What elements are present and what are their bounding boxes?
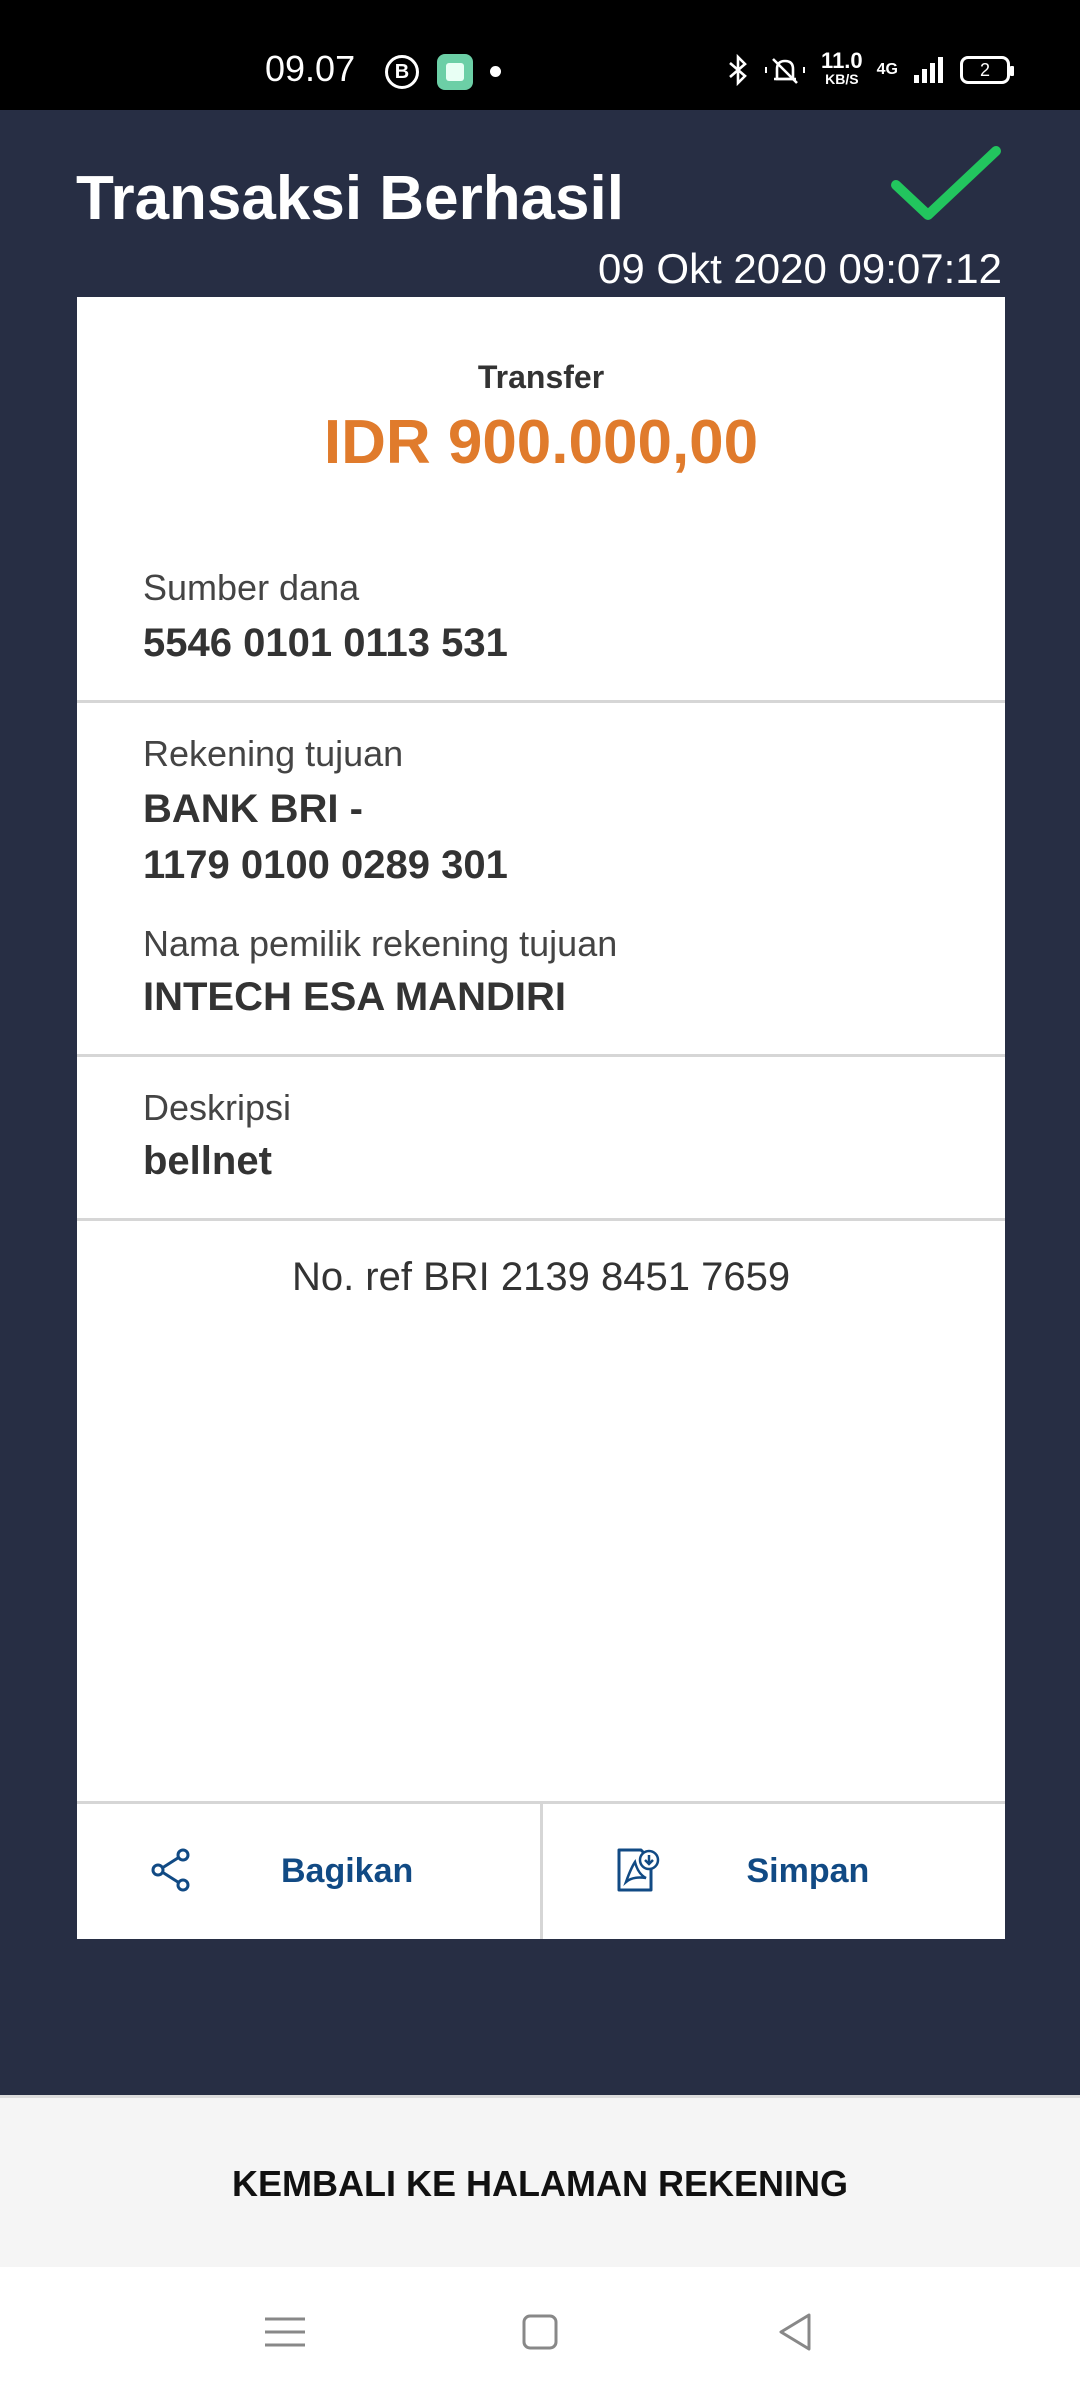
network-type: 4G	[876, 61, 898, 78]
system-nav-bar	[0, 2267, 1080, 2400]
footer-bar: KEMBALI KE HALAMAN REKENING	[0, 2095, 1080, 2267]
status-time: 09.07	[265, 48, 356, 89]
owner-value: INTECH ESA MANDIRI	[143, 975, 566, 1019]
transaction-timestamp: 09 Okt 2020 09:07:12	[598, 245, 1002, 292]
destination-account: 1179 0100 0289 301	[143, 843, 508, 887]
battery-icon: 2	[960, 56, 1014, 84]
source-label: Sumber dana	[143, 567, 360, 608]
app-notification-icon	[437, 54, 473, 90]
status-right-group: 11.0 KB/S 4G 2	[727, 48, 1014, 92]
bluetooth-icon	[729, 54, 747, 86]
status-bar: 09.07 B 11.0 KB/S 4G 2	[0, 0, 1080, 110]
share-label: Bagikan	[281, 1852, 414, 1890]
share-button[interactable]: Bagikan	[77, 1804, 540, 1939]
success-check-icon	[891, 146, 1001, 220]
transaction-amount: IDR 900.000,00	[323, 408, 759, 477]
share-icon	[151, 1848, 190, 1892]
save-button[interactable]: Simpan	[539, 1804, 1006, 1939]
home-icon[interactable]	[510, 2307, 570, 2357]
transaction-type: Transfer	[477, 359, 605, 395]
action-row: Bagikan Simpan	[77, 1801, 1005, 1939]
network-speed-unit: KB/S	[825, 71, 859, 87]
description-label: Deskripsi	[143, 1087, 292, 1128]
divider	[77, 1054, 1005, 1057]
save-label: Simpan	[746, 1852, 870, 1890]
network-speed: 11.0 KB/S	[821, 50, 863, 88]
destination-bank: BANK BRI -	[143, 787, 363, 831]
signal-icon	[914, 57, 943, 83]
source-value: 5546 0101 0113 531	[143, 621, 508, 665]
reference-number: No. ref BRI 2139 8451 7659	[291, 1255, 791, 1299]
pdf-download-icon	[617, 1848, 659, 1892]
description-value: bellnet	[143, 1139, 272, 1183]
b-notification-icon: B	[385, 55, 419, 89]
destination-label: Rekening tujuan	[143, 733, 404, 774]
more-notifications-dot-icon	[490, 66, 501, 77]
owner-label: Nama pemilik rekening tujuan	[143, 923, 618, 964]
page-title: Transaksi Berhasil	[76, 164, 624, 233]
divider	[77, 700, 1005, 703]
back-to-account-button[interactable]: KEMBALI KE HALAMAN REKENING	[0, 2098, 1080, 2270]
divider	[77, 1218, 1005, 1221]
menu-icon[interactable]	[255, 2307, 315, 2357]
mute-bell-icon	[765, 58, 806, 84]
back-icon[interactable]	[765, 2307, 825, 2357]
receipt-card: Transfer IDR 900.000,00 Sumber dana 5546…	[77, 297, 1005, 1939]
